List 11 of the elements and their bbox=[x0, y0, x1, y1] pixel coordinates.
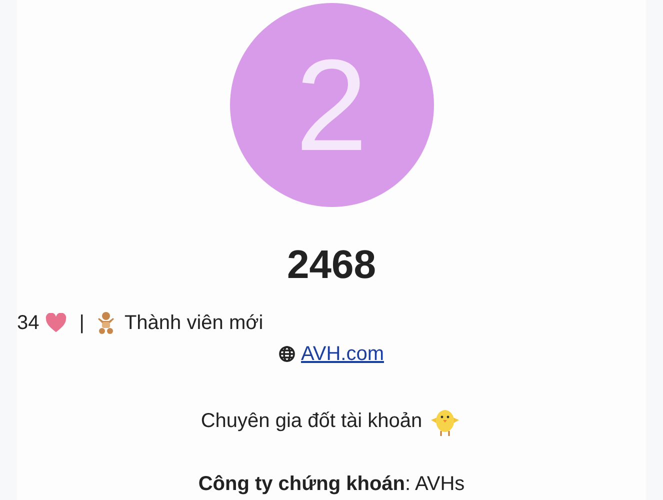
separator: | bbox=[79, 311, 84, 335]
trust-level: Thành viên mới bbox=[124, 311, 264, 335]
website-link[interactable]: AVH.com bbox=[301, 342, 384, 366]
like-count: 34 bbox=[17, 311, 40, 335]
bio: Chuyên gia đốt tài khoản bbox=[200, 409, 422, 433]
avatar-letter: 2 bbox=[295, 40, 368, 170]
profile-field: Công ty chứng khoán: AVHs bbox=[198, 472, 465, 496]
globe-icon bbox=[279, 346, 295, 362]
heart-icon bbox=[45, 313, 68, 333]
baby-icon bbox=[96, 311, 116, 335]
username: 2468 bbox=[287, 242, 376, 289]
